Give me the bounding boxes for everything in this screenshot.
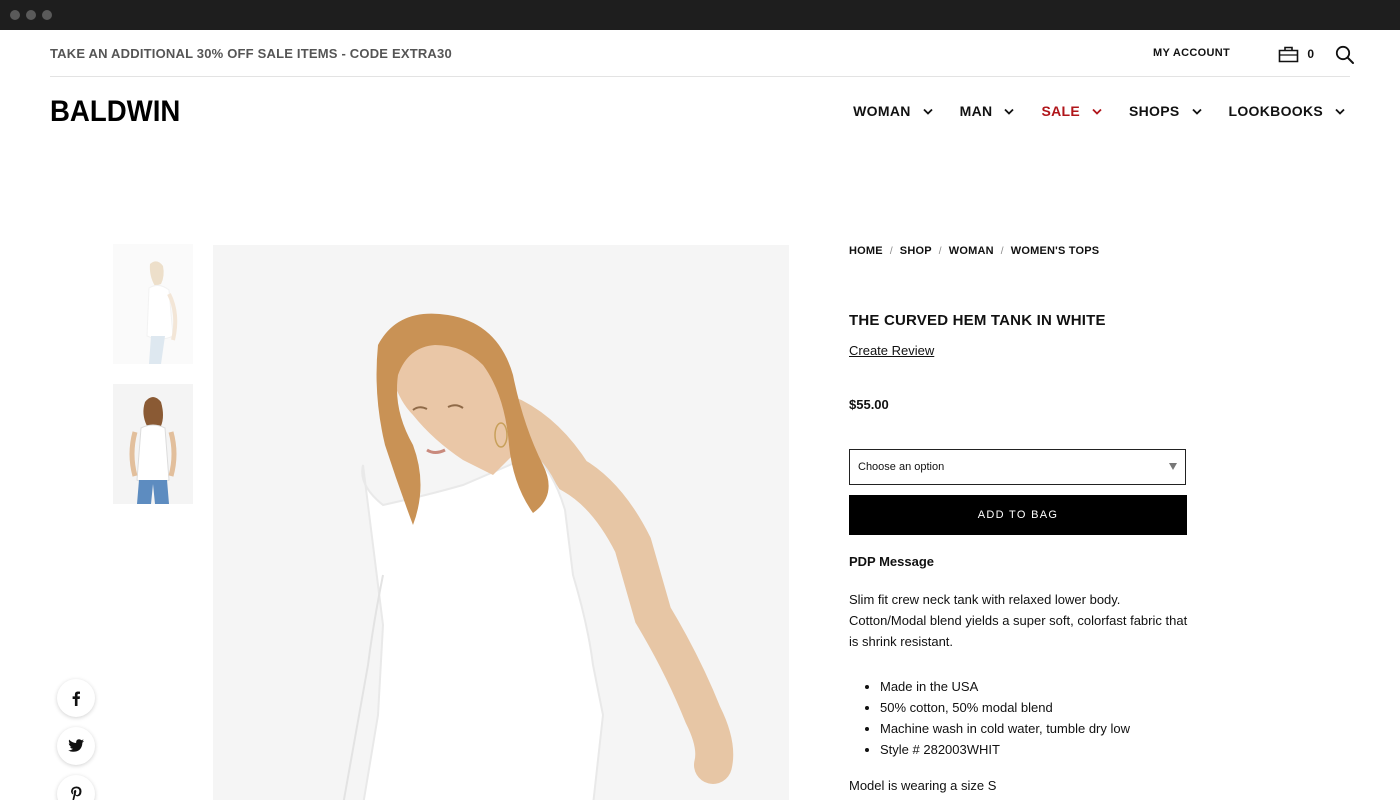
select-value: Choose an option xyxy=(858,461,945,473)
share-twitter-button[interactable] xyxy=(57,727,95,765)
breadcrumb-shop[interactable]: SHOP xyxy=(900,245,932,257)
product-title: THE CURVED HEM TANK IN WHITE xyxy=(849,312,1106,329)
breadcrumb-womens-tops[interactable]: WOMEN'S TOPS xyxy=(1011,245,1100,257)
list-item: 50% cotton, 50% modal blend xyxy=(880,697,1130,718)
nav-item-label: SALE xyxy=(1041,103,1080,119)
breadcrumb: HOME / SHOP / WOMAN / WOMEN'S TOPS xyxy=(849,240,1189,262)
breadcrumb-home[interactable]: HOME xyxy=(849,245,883,257)
model-size-note: Model is wearing a size S xyxy=(849,778,997,793)
nav-item-label: MAN xyxy=(959,103,993,119)
nav-item-label: SHOPS xyxy=(1129,103,1180,119)
bag-count: 0 xyxy=(1307,47,1314,61)
promo-bar: TAKE AN ADDITIONAL 30% OFF SALE ITEMS - … xyxy=(50,30,1354,77)
nav-item-label: LOOKBOOKS xyxy=(1228,103,1323,119)
nav-item-sale[interactable]: SALE xyxy=(1041,103,1102,119)
nav-item-shops[interactable]: SHOPS xyxy=(1129,103,1202,119)
twitter-icon xyxy=(68,739,84,752)
list-item: Machine wash in cold water, tumble dry l… xyxy=(880,718,1130,739)
share-pinterest-button[interactable] xyxy=(57,775,95,800)
main-nav: WOMAN MAN SALE SHOPS LOOKBOOKS xyxy=(826,103,1345,119)
nav-item-woman[interactable]: WOMAN xyxy=(853,103,933,119)
share-facebook-button[interactable] xyxy=(57,679,95,717)
list-item: Made in the USA xyxy=(880,676,1130,697)
window-close-dot[interactable] xyxy=(10,10,20,20)
breadcrumb-separator: / xyxy=(1000,245,1004,257)
chevron-down-icon xyxy=(1335,108,1345,115)
promo-text: TAKE AN ADDITIONAL 30% OFF SALE ITEMS - … xyxy=(50,46,452,61)
dropdown-caret-icon xyxy=(1169,463,1177,470)
size-option-select[interactable]: Choose an option xyxy=(849,449,1186,485)
facebook-icon xyxy=(72,691,80,706)
thumbnail-gallery xyxy=(113,244,193,524)
create-review-link[interactable]: Create Review xyxy=(849,343,934,358)
breadcrumb-separator: / xyxy=(889,245,893,257)
product-thumbnail-back[interactable] xyxy=(113,384,193,504)
chevron-down-icon xyxy=(1191,108,1202,115)
feature-list: Made in the USA 50% cotton, 50% modal bl… xyxy=(880,676,1130,760)
nav-item-lookbooks[interactable]: LOOKBOOKS xyxy=(1229,103,1345,119)
chevron-down-icon xyxy=(1092,108,1102,115)
product-info: HOME / SHOP / WOMAN / WOMEN'S TOPS THE C… xyxy=(849,240,1189,793)
pdp-message-heading: PDP Message xyxy=(849,554,935,569)
window-maximize-dot[interactable] xyxy=(42,10,52,20)
chevron-down-icon xyxy=(923,108,933,115)
product-price: $55.00 xyxy=(849,397,889,412)
nav-item-label: WOMAN xyxy=(853,103,911,119)
add-to-bag-button[interactable]: ADD TO BAG xyxy=(849,495,1187,535)
pinterest-icon xyxy=(71,786,82,800)
shopping-bag-icon xyxy=(1279,46,1299,62)
window-minimize-dot[interactable] xyxy=(26,10,36,20)
window-title-bar xyxy=(0,0,1400,30)
list-item: Style # 282003WHIT xyxy=(880,739,1130,760)
product-main-image[interactable] xyxy=(213,245,789,800)
breadcrumb-separator: / xyxy=(938,245,942,257)
chevron-down-icon xyxy=(1004,108,1015,115)
product-description: Slim fit crew neck tank with relaxed low… xyxy=(849,592,1188,649)
product-thumbnail-front[interactable] xyxy=(113,244,193,364)
my-account-link[interactable]: MY ACCOUNT xyxy=(1153,47,1230,59)
breadcrumb-woman[interactable]: WOMAN xyxy=(949,245,994,257)
nav-item-man[interactable]: MAN xyxy=(960,103,1015,119)
shopping-bag-button[interactable]: 0 xyxy=(1278,44,1314,64)
search-icon[interactable] xyxy=(1335,45,1355,65)
site-logo[interactable]: BALDWIN xyxy=(50,95,180,129)
